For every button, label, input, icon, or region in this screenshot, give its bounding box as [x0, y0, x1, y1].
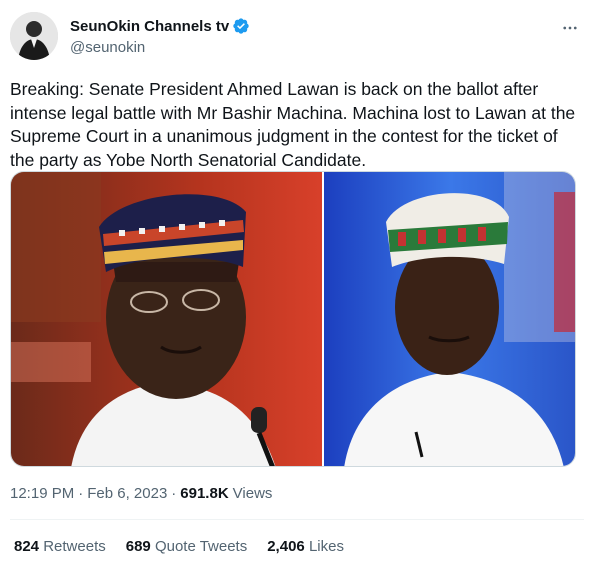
more-options-icon[interactable]: [560, 18, 580, 38]
likes-count: 2,406: [267, 538, 305, 555]
handle[interactable]: @seunokin: [70, 39, 250, 56]
media-photo-left[interactable]: [11, 172, 322, 466]
tweet-header: SeunOkin Channels tv @seunokin: [10, 12, 584, 64]
verified-badge-icon: [232, 17, 250, 35]
author-info: SeunOkin Channels tv @seunokin: [70, 16, 250, 56]
retweets-label: Retweets: [43, 538, 106, 555]
views-label: Views: [232, 485, 273, 502]
display-name[interactable]: SeunOkin Channels tv: [70, 18, 229, 35]
tweet-meta: 12:19 PM · Feb 6, 2023 · 691.8K Views: [10, 485, 272, 502]
retweets-count: 824: [14, 538, 40, 555]
quotes-label: Quote Tweets: [154, 538, 248, 555]
engagement-stats: 824 Retweets 689 Quote Tweets 2,406 Like…: [14, 538, 364, 555]
retweets-stat[interactable]: 824 Retweets: [14, 538, 106, 555]
tweet-text: Breaking: Senate President Ahmed Lawan i…: [10, 79, 576, 170]
meta-separator: ·: [171, 485, 177, 502]
tweet-time[interactable]: 12:19 PM: [10, 485, 74, 502]
avatar[interactable]: [10, 12, 58, 60]
tweet-date[interactable]: Feb 6, 2023: [87, 485, 167, 502]
media-photo-right[interactable]: [324, 172, 575, 466]
meta-separator: ·: [78, 485, 84, 502]
tweet-media[interactable]: [10, 171, 576, 467]
tweet: SeunOkin Channels tv @seunokin Breaking:…: [0, 0, 594, 561]
views-count: 691.8K: [180, 485, 229, 502]
likes-label: Likes: [308, 538, 344, 555]
divider: [10, 519, 584, 520]
quotes-count: 689: [125, 538, 151, 555]
quotes-stat[interactable]: 689 Quote Tweets: [126, 538, 247, 555]
likes-stat[interactable]: 2,406 Likes: [267, 538, 344, 555]
